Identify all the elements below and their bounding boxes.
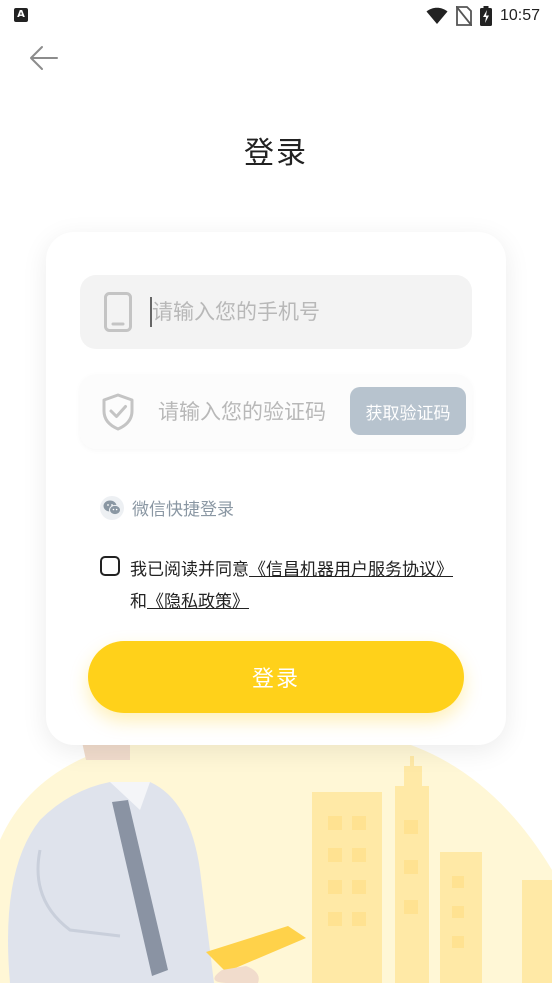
arrow-left-icon <box>30 46 58 70</box>
background-illustration <box>0 724 552 983</box>
status-bar: A 10:57 <box>0 0 552 32</box>
battery-charging-icon <box>479 6 492 26</box>
phone-field <box>80 275 472 349</box>
notification-a-icon: A <box>14 8 28 22</box>
privacy-policy-link[interactable]: 《隐私政策》 <box>147 592 249 612</box>
phone-icon <box>104 292 132 332</box>
no-sim-icon <box>455 6 472 26</box>
verification-code-field: 获取验证码 <box>80 375 472 449</box>
wifi-icon <box>426 7 448 24</box>
get-code-button[interactable]: 获取验证码 <box>350 387 466 435</box>
login-button[interactable]: 登录 <box>88 641 464 713</box>
status-icons: 10:57 <box>426 4 540 28</box>
phone-input[interactable] <box>152 275 382 349</box>
agreement-text: 我已阅读并同意《信昌机器用户服务协议》和《隐私政策》 <box>130 554 460 618</box>
agreement-prefix: 我已阅读并同意 <box>130 560 249 580</box>
agreement-and: 和 <box>130 592 147 612</box>
shield-check-icon <box>102 393 134 431</box>
back-button[interactable] <box>24 40 64 76</box>
agree-checkbox[interactable] <box>100 556 120 576</box>
status-time: 10:57 <box>499 7 540 24</box>
wechat-login-link[interactable]: 微信快捷登录 <box>100 495 234 520</box>
service-agreement-link[interactable]: 《信昌机器用户服务协议》 <box>249 560 453 580</box>
page-title: 登录 <box>244 136 308 171</box>
wechat-login-label: 微信快捷登录 <box>132 500 234 520</box>
verification-code-input[interactable] <box>158 375 348 449</box>
login-card: 获取验证码 微信快捷登录 我已阅读并同意《信昌机器用户服务协议》和《隐私政策》 … <box>46 232 506 745</box>
login-page: A 10:57 登录 请输入您的手机号 请输入您的验证码 获取验证码 微信快捷登… <box>0 0 552 983</box>
wechat-icon <box>100 495 124 520</box>
